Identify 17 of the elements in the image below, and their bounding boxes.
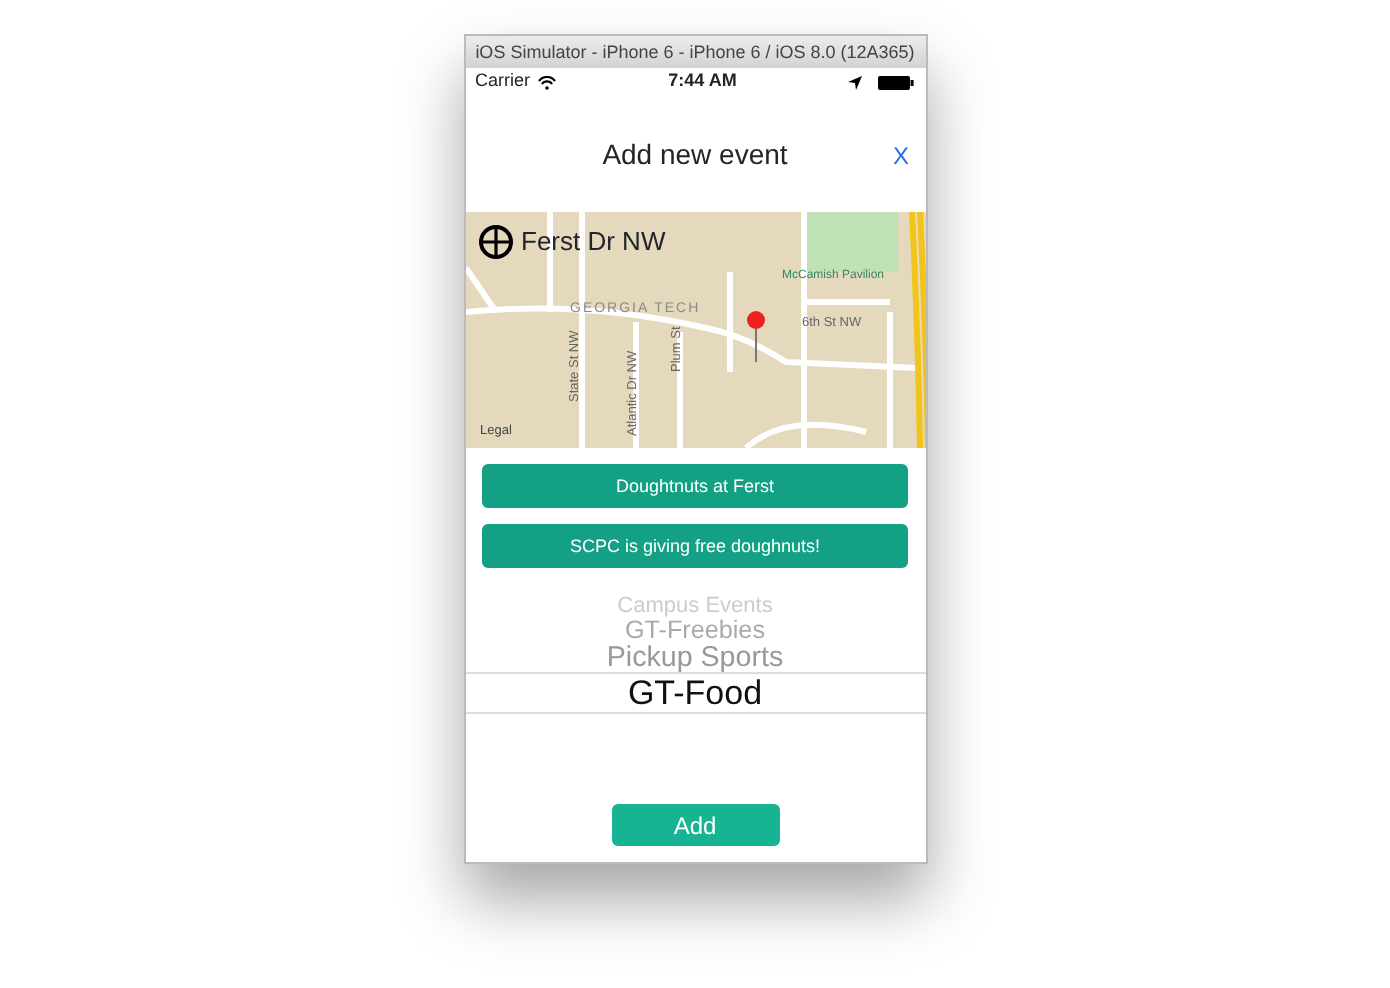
picker-option[interactable]: Pickup Sports — [606, 643, 784, 672]
screen-title: Add new event — [602, 135, 788, 173]
window-title: iOS Simulator - iPhone 6 - iPhone 6 / iOS 8.0 (12A365) — [465, 36, 925, 68]
crosshair-icon — [477, 223, 513, 260]
picker-option[interactable]: GT-Food — [465, 671, 925, 714]
wifi-icon — [538, 75, 557, 89]
close-button[interactable]: X — [892, 138, 909, 174]
location-label: Ferst Dr NW — [521, 224, 666, 260]
battery-icon — [878, 75, 915, 89]
text-field[interactable]: SCPC is giving free doughnuts! — [482, 524, 908, 568]
text-field[interactable]: Doughtnuts at Ferst — [482, 464, 908, 508]
location-arrow-icon — [848, 75, 863, 89]
status-time: 7:44 AM — [668, 68, 737, 95]
map-pin-icon — [746, 311, 764, 363]
add-button[interactable]: Add — [611, 804, 779, 846]
carrier-label: Carrier — [475, 68, 531, 95]
picker-option[interactable]: GT-Freebies — [625, 618, 765, 644]
